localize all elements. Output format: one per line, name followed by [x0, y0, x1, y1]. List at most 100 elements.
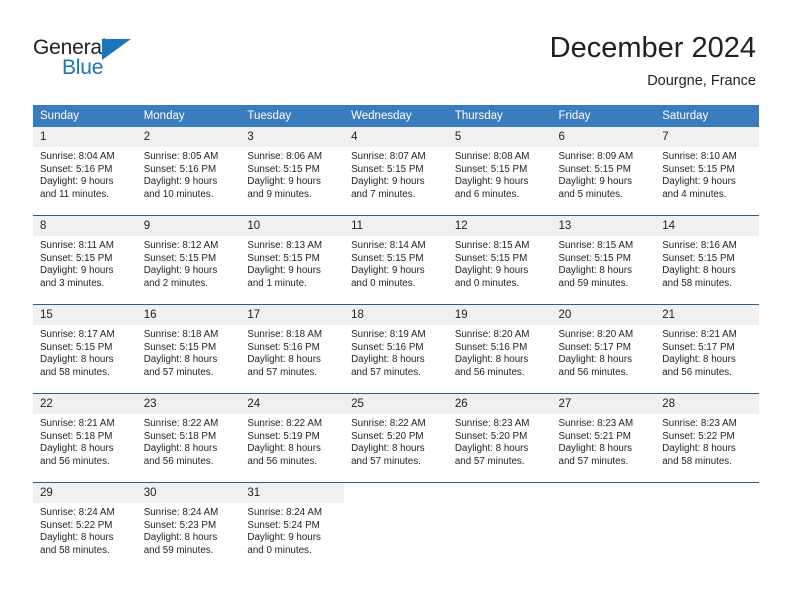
calendar-day-cell[interactable]: 28 Sunrise: 8:23 AM Sunset: 5:22 PM Dayligh… [655, 393, 759, 483]
detail-sunset: Sunset: 5:15 PM [351, 252, 424, 264]
day-cell-inner: 29 Sunrise: 8:24 AM Sunset: 5:22 PM Dayligh… [33, 483, 137, 571]
calendar-day-cell[interactable]: 26 Sunrise: 8:23 AM Sunset: 5:20 PM Dayligh… [447, 393, 552, 483]
calendar-day-cell[interactable]: 19 Sunrise: 8:20 AM Sunset: 5:16 PM Dayligh… [447, 304, 552, 394]
detail-sunset: Sunset: 5:19 PM [247, 430, 320, 442]
detail-sunrise: Sunrise: 8:22 AM [351, 418, 426, 429]
calendar-day-cell[interactable]: 25 Sunrise: 8:22 AM Sunset: 5:20 PM Dayligh… [344, 393, 448, 483]
detail-sunset: Sunset: 5:20 PM [454, 430, 528, 442]
detail-sunrise: Sunrise: 8:05 AM [143, 151, 219, 162]
detail-daylight-line1: Daylight: 8 hours [454, 443, 529, 455]
day-details [344, 503, 448, 507]
calendar-day-cell[interactable]: 24 Sunrise: 8:22 AM Sunset: 5:19 PM Dayligh… [240, 393, 345, 483]
day-cell-inner: 27 Sunrise: 8:23 AM Sunset: 5:21 PM Dayligh… [551, 394, 656, 482]
detail-daylight-line1: Daylight: 9 hours [351, 176, 425, 188]
day-cell-inner: 11 Sunrise: 8:14 AM Sunset: 5:15 PM Dayligh… [344, 216, 448, 304]
detail-daylight-line1: Daylight: 8 hours [558, 443, 633, 455]
detail-sunrise: Sunrise: 8:10 AM [662, 151, 737, 162]
page-title: December 2024 [549, 32, 756, 64]
day-cell-inner: 28 Sunrise: 8:23 AM Sunset: 5:22 PM Dayligh… [655, 394, 759, 482]
day-number: 2 [136, 127, 241, 147]
calendar-day-cell[interactable]: 2 Sunrise: 8:05 AM Sunset: 5:16 PM Daylight… [136, 127, 241, 216]
day-cell-inner: 4 Sunrise: 8:07 AM Sunset: 5:15 PM Daylight… [344, 127, 448, 215]
calendar-day-cell[interactable]: 1 Sunrise: 8:04 AM Sunset: 5:16 PM Daylight… [33, 127, 137, 216]
detail-daylight-line2: and 58 minutes. [662, 277, 732, 289]
detail-sunset: Sunset: 5:17 PM [558, 341, 631, 353]
calendar-day-cell[interactable]: 12 Sunrise: 8:15 AM Sunset: 5:15 PM Dayligh… [447, 215, 552, 305]
detail-daylight-line2: and 57 minutes. [558, 455, 629, 467]
calendar-day-cell[interactable]: 30 Sunrise: 8:24 AM Sunset: 5:23 PM Dayligh… [136, 482, 241, 571]
day-details: Sunrise: 8:15 AM Sunset: 5:15 PM Daylight:… [448, 236, 552, 290]
day-number: 13 [551, 216, 656, 236]
day-cell-inner: 25 Sunrise: 8:22 AM Sunset: 5:20 PM Dayligh… [344, 394, 448, 482]
detail-daylight-line1: Daylight: 9 hours [351, 265, 425, 277]
month-calendar-table: Sunday Monday Tuesday Wednesday Thursday… [33, 105, 759, 571]
calendar-day-cell[interactable]: 21 Sunrise: 8:21 AM Sunset: 5:17 PM Dayligh… [655, 304, 759, 394]
day-number: 19 [447, 305, 552, 325]
calendar-day-cell[interactable]: 16 Sunrise: 8:18 AM Sunset: 5:15 PM Dayligh… [136, 304, 241, 394]
calendar-day-cell[interactable]: 23 Sunrise: 8:22 AM Sunset: 5:18 PM Dayligh… [136, 393, 241, 483]
calendar-day-cell[interactable]: 18 Sunrise: 8:19 AM Sunset: 5:16 PM Dayligh… [344, 304, 448, 394]
day-number [344, 483, 448, 503]
day-details: Sunrise: 8:04 AM Sunset: 5:16 PM Daylight:… [33, 147, 137, 201]
calendar-day-cell[interactable]: 5 Sunrise: 8:08 AM Sunset: 5:15 PM Daylight… [447, 127, 552, 216]
calendar-day-cell[interactable]: 6 Sunrise: 8:09 AM Sunset: 5:15 PM Daylight… [551, 127, 656, 216]
day-details: Sunrise: 8:12 AM Sunset: 5:15 PM Daylight:… [137, 236, 241, 290]
calendar-day-cell[interactable]: 3 Sunrise: 8:06 AM Sunset: 5:15 PM Daylight… [240, 127, 345, 216]
day-details: Sunrise: 8:24 AM Sunset: 5:22 PM Daylight:… [33, 503, 137, 557]
day-number [447, 483, 552, 503]
detail-sunrise: Sunrise: 8:13 AM [247, 240, 323, 251]
calendar-day-cell[interactable]: 17 Sunrise: 8:18 AM Sunset: 5:16 PM Dayligh… [240, 304, 345, 394]
day-details: Sunrise: 8:09 AM Sunset: 5:15 PM Daylight:… [552, 147, 656, 201]
calendar-day-cell[interactable]: 7 Sunrise: 8:10 AM Sunset: 5:15 PM Daylight… [655, 127, 759, 216]
detail-daylight-line1: Daylight: 9 hours [143, 176, 218, 188]
day-number: 17 [240, 305, 345, 325]
calendar-day-cell[interactable]: 8 Sunrise: 8:11 AM Sunset: 5:15 PM Daylight… [33, 215, 137, 305]
detail-daylight-line2: and 57 minutes. [247, 366, 318, 378]
detail-daylight-line2: and 56 minutes. [454, 366, 525, 378]
detail-daylight-line1: Daylight: 8 hours [454, 354, 529, 366]
detail-daylight-line1: Daylight: 9 hours [40, 176, 114, 188]
calendar-day-cell[interactable]: 22 Sunrise: 8:21 AM Sunset: 5:18 PM Dayligh… [33, 393, 137, 483]
day-details [655, 503, 759, 507]
weekday-header-sunday: Sunday [33, 105, 137, 127]
general-blue-logo[interactable]: General Blue [33, 36, 163, 84]
calendar-day-cell[interactable]: 20 Sunrise: 8:20 AM Sunset: 5:17 PM Dayligh… [551, 304, 656, 394]
detail-daylight-line1: Daylight: 9 hours [247, 176, 321, 188]
day-cell-inner: 14 Sunrise: 8:16 AM Sunset: 5:15 PM Dayligh… [655, 216, 759, 304]
calendar-day-cell[interactable]: 29 Sunrise: 8:24 AM Sunset: 5:22 PM Dayligh… [33, 482, 137, 571]
detail-sunset: Sunset: 5:18 PM [40, 430, 113, 442]
calendar-day-cell[interactable]: 13 Sunrise: 8:15 AM Sunset: 5:15 PM Dayligh… [551, 215, 656, 305]
detail-daylight-line1: Daylight: 9 hours [662, 176, 736, 188]
day-details: Sunrise: 8:20 AM Sunset: 5:17 PM Daylight:… [552, 325, 656, 379]
calendar-day-cell[interactable]: 11 Sunrise: 8:14 AM Sunset: 5:15 PM Dayligh… [344, 215, 448, 305]
logo-text-blue: Blue [62, 56, 104, 79]
day-cell-inner: 18 Sunrise: 8:19 AM Sunset: 5:16 PM Dayligh… [344, 305, 448, 393]
day-details: Sunrise: 8:21 AM Sunset: 5:18 PM Daylight:… [33, 414, 137, 468]
detail-sunrise: Sunrise: 8:16 AM [662, 240, 737, 251]
calendar-day-cell[interactable]: 14 Sunrise: 8:16 AM Sunset: 5:15 PM Dayligh… [655, 215, 759, 305]
day-cell-inner: 17 Sunrise: 8:18 AM Sunset: 5:16 PM Dayligh… [240, 305, 345, 393]
detail-daylight-line2: and 1 minute. [247, 277, 307, 289]
calendar-day-cell[interactable]: 9 Sunrise: 8:12 AM Sunset: 5:15 PM Daylight… [136, 215, 241, 305]
day-number [655, 483, 759, 503]
calendar-day-cell[interactable]: 15 Sunrise: 8:17 AM Sunset: 5:15 PM Dayligh… [33, 304, 137, 394]
logo-triangle-icon [102, 39, 131, 60]
weekday-header-saturday: Saturday [655, 105, 759, 127]
page-header: General Blue December 2024 Dourgne, Fran… [0, 0, 792, 98]
detail-daylight-line1: Daylight: 8 hours [662, 265, 736, 277]
day-details: Sunrise: 8:13 AM Sunset: 5:15 PM Daylight:… [240, 236, 344, 290]
day-details: Sunrise: 8:08 AM Sunset: 5:15 PM Daylight:… [448, 147, 552, 201]
detail-sunrise: Sunrise: 8:21 AM [40, 418, 115, 429]
day-cell-inner: 26 Sunrise: 8:23 AM Sunset: 5:20 PM Dayligh… [447, 394, 552, 482]
detail-daylight-line1: Daylight: 8 hours [247, 354, 321, 366]
calendar-day-cell[interactable]: 27 Sunrise: 8:23 AM Sunset: 5:21 PM Dayligh… [551, 393, 656, 483]
calendar-day-cell[interactable]: 4 Sunrise: 8:07 AM Sunset: 5:15 PM Daylight… [344, 127, 448, 216]
day-details: Sunrise: 8:14 AM Sunset: 5:15 PM Daylight:… [344, 236, 448, 290]
detail-daylight-line2: and 56 minutes. [662, 366, 732, 378]
detail-sunset: Sunset: 5:21 PM [558, 430, 631, 442]
day-details: Sunrise: 8:21 AM Sunset: 5:17 PM Daylight:… [655, 325, 759, 379]
calendar-day-cell[interactable]: 10 Sunrise: 8:13 AM Sunset: 5:15 PM Dayligh… [240, 215, 345, 305]
calendar-day-cell[interactable]: 31 Sunrise: 8:24 AM Sunset: 5:24 PM Dayligh… [240, 482, 345, 571]
day-cell-inner: 16 Sunrise: 8:18 AM Sunset: 5:15 PM Dayligh… [136, 305, 241, 393]
day-details: Sunrise: 8:23 AM Sunset: 5:22 PM Daylight:… [655, 414, 759, 468]
